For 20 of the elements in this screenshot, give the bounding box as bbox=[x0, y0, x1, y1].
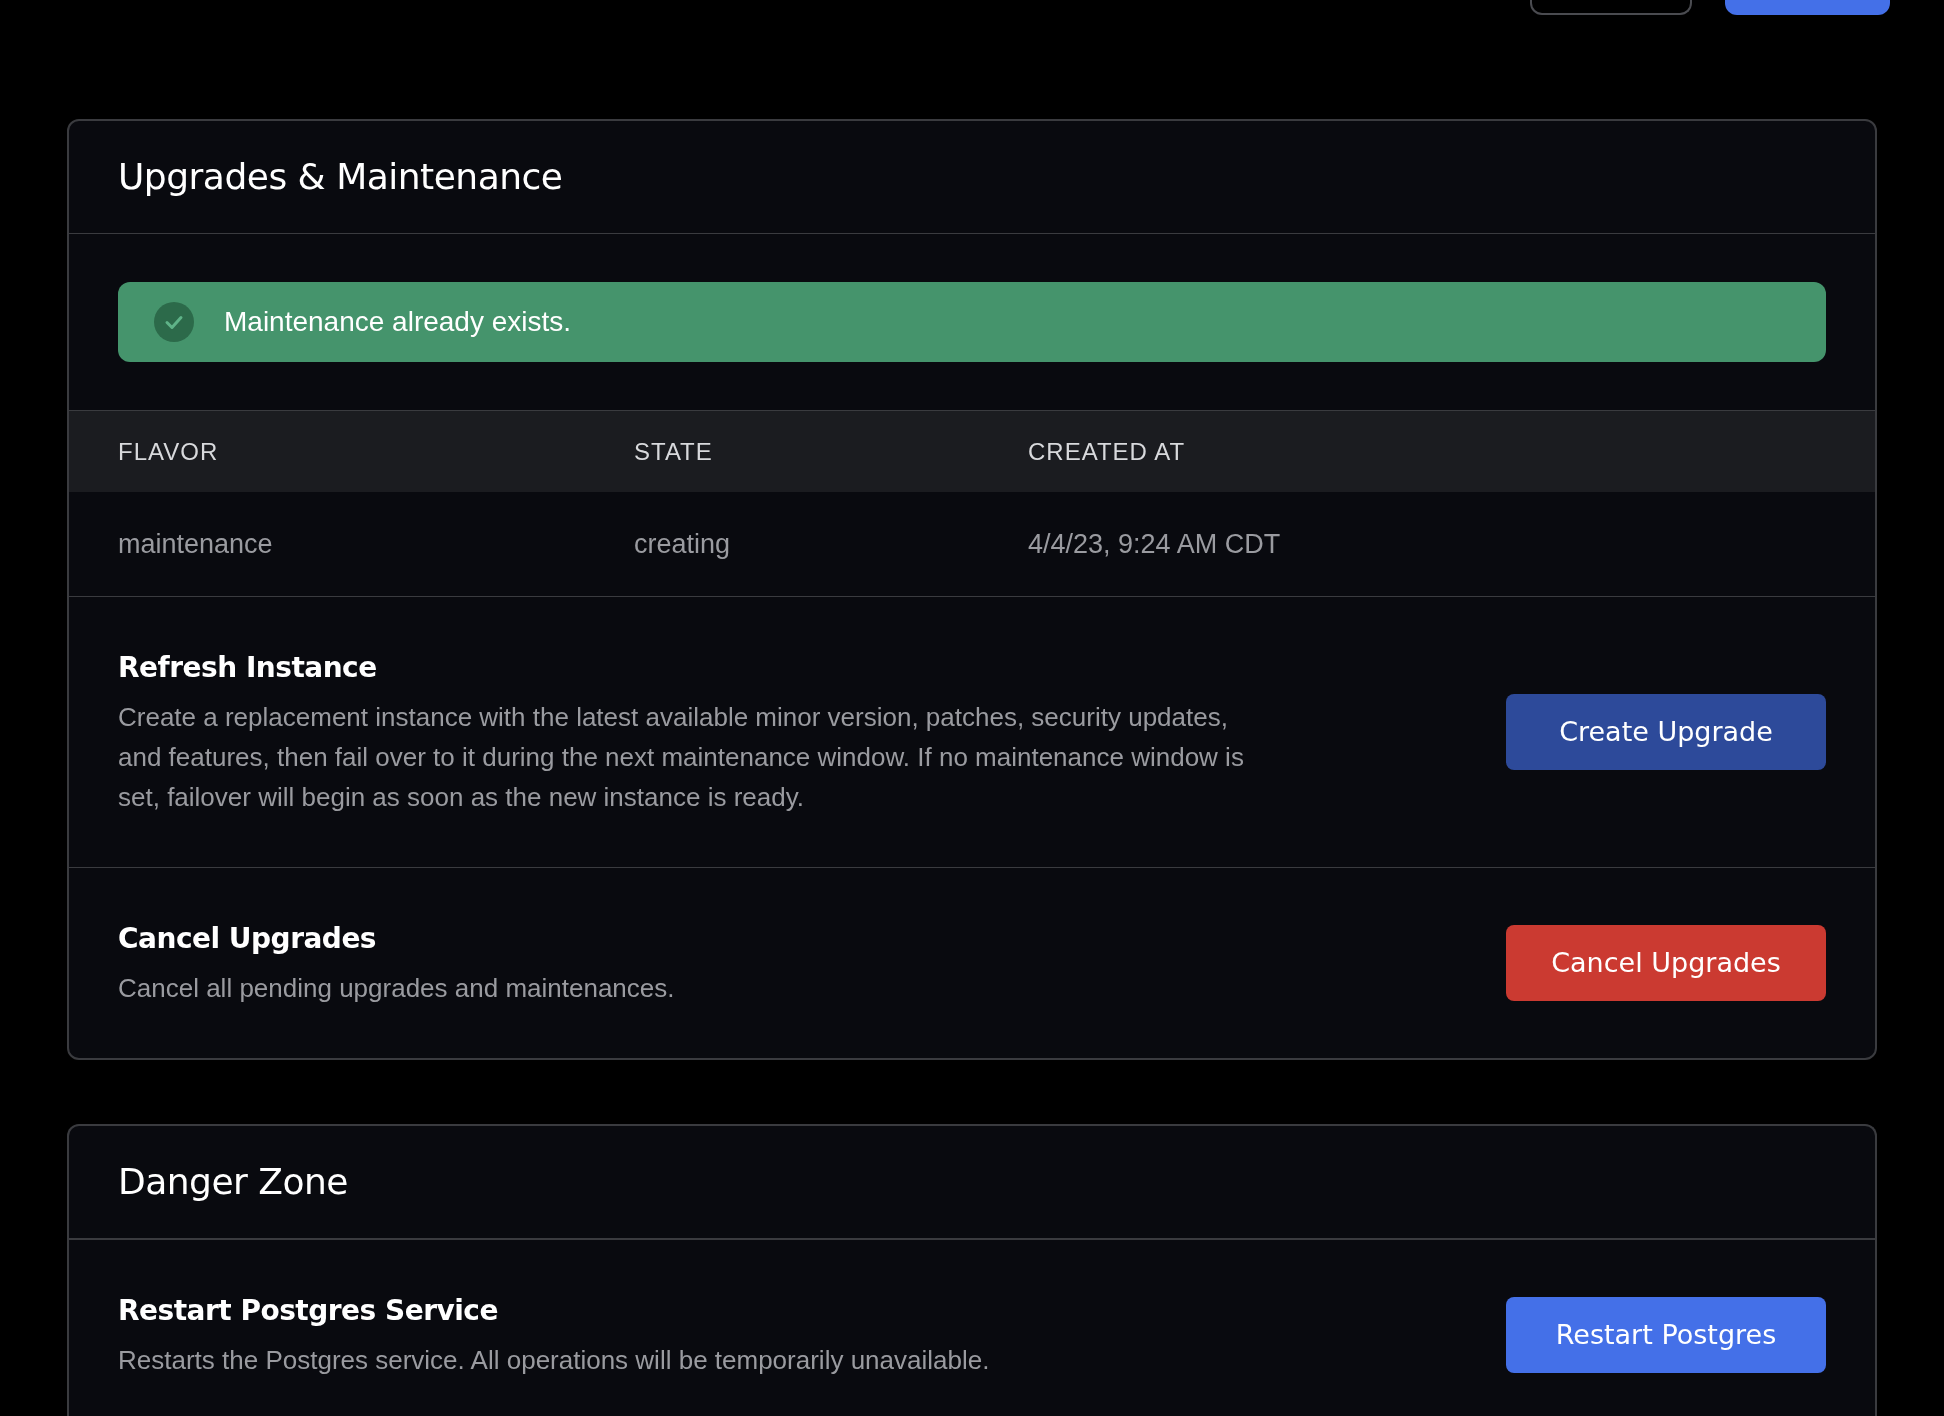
primary-button[interactable] bbox=[1725, 0, 1890, 15]
section-description: Cancel all pending upgrades and maintenances. bbox=[118, 972, 675, 1005]
column-header: FLAVOR bbox=[118, 437, 219, 465]
section-description: Create a replacement instance with the latest available minor version, patches, security updates, and features, then fail over to it during the next maintenance window. If no maintenance window is set, failover will begin as soon as the new instance is ready. bbox=[118, 701, 1245, 814]
alert-message: Maintenance already exists. bbox=[224, 305, 572, 339]
section-title: Restart Postgres Service bbox=[118, 1293, 499, 1329]
action-button[interactable]: Cancel Upgrades bbox=[1506, 925, 1826, 1001]
table-cell: 4/4/23, 9:24 AM CDT bbox=[1028, 528, 1281, 559]
section-description: Restarts the Postgres service. All operations will be temporarily unavailable. bbox=[118, 1344, 990, 1377]
section-title: Refresh Instance bbox=[118, 650, 378, 686]
column-header: STATE bbox=[634, 437, 713, 465]
table-cell: maintenance bbox=[118, 528, 273, 559]
outline-button[interactable] bbox=[1530, 0, 1692, 15]
action-button[interactable]: Restart Postgres bbox=[1506, 1297, 1826, 1373]
section-title: Cancel Upgrades bbox=[118, 921, 378, 957]
card-title: Danger Zone bbox=[118, 1160, 348, 1204]
check-circle-icon bbox=[154, 302, 194, 342]
table-cell: creating bbox=[634, 528, 731, 559]
card-title: Upgrades & Maintenance bbox=[118, 155, 563, 199]
column-header: CREATED AT bbox=[1028, 437, 1186, 465]
